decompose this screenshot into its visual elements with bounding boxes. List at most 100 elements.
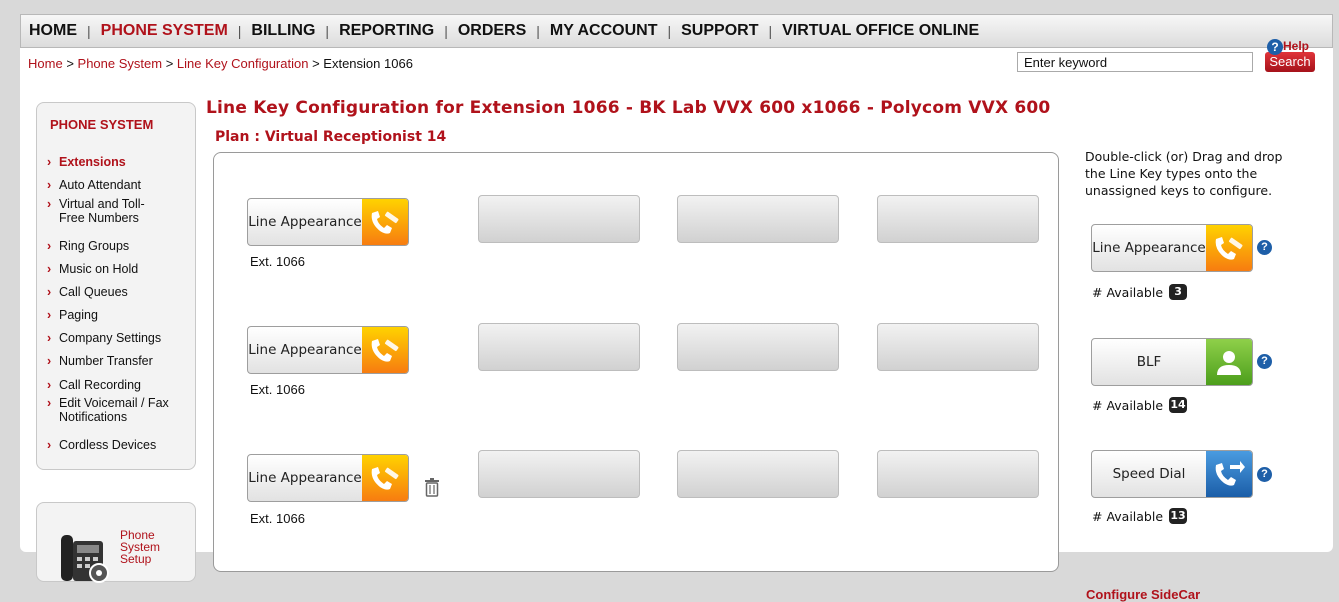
- breadcrumb-line-key-configuration[interactable]: Line Key Configuration: [177, 56, 309, 71]
- search-input[interactable]: [1017, 52, 1253, 72]
- sidebar-item-virtual-toll-free[interactable]: › Virtual and Toll-Free Numbers: [47, 197, 167, 225]
- unassigned-key[interactable]: [677, 195, 839, 243]
- chevron-right-icon: ›: [47, 239, 52, 253]
- sidebar-item-label: Cordless Devices: [59, 438, 157, 452]
- nav-support[interactable]: SUPPORT: [681, 22, 758, 40]
- breadcrumb-separator: >: [165, 56, 174, 71]
- chevron-right-icon: ›: [47, 308, 52, 322]
- palette-blf[interactable]: BLF: [1091, 338, 1253, 386]
- sidebar-item-paging[interactable]: › Paging: [47, 308, 98, 322]
- line-key-1[interactable]: Line Appearance: [247, 198, 409, 246]
- unassigned-key[interactable]: [877, 450, 1039, 498]
- breadcrumb-separator: >: [312, 56, 320, 71]
- nav-billing[interactable]: BILLING: [251, 22, 315, 40]
- sidebar-item-label: Call Queues: [59, 285, 128, 299]
- sidebar-item-number-transfer[interactable]: › Number Transfer: [47, 354, 153, 368]
- chevron-right-icon: ›: [47, 354, 52, 368]
- phone-pencil-icon: [362, 455, 408, 501]
- line-key-extension: Ext. 1066: [250, 382, 305, 397]
- available-count: # Available 14: [1092, 397, 1188, 413]
- sidebar-item-label: Company Settings: [59, 331, 162, 345]
- palette-line-appearance[interactable]: Line Appearance: [1091, 224, 1253, 272]
- desk-phone-gear-icon: [61, 535, 109, 583]
- configure-sidecar-link[interactable]: Configure SideCar: [1086, 587, 1200, 602]
- chevron-right-icon: ›: [47, 155, 52, 169]
- phone-arrow-icon: [1206, 451, 1252, 497]
- unassigned-key[interactable]: [478, 195, 640, 243]
- chevron-right-icon: ›: [47, 396, 52, 410]
- breadcrumb-phone-system[interactable]: Phone System: [78, 56, 163, 71]
- page-title: Line Key Configuration for Extension 106…: [206, 98, 1051, 118]
- available-badge: 13: [1169, 508, 1188, 524]
- phone-pencil-icon: [362, 327, 408, 373]
- line-key-2[interactable]: Line Appearance: [247, 326, 409, 374]
- line-key-label: Line Appearance: [248, 213, 362, 230]
- unassigned-key[interactable]: [677, 323, 839, 371]
- help-link[interactable]: Help: [1283, 39, 1309, 53]
- sidebar-item-label: Number Transfer: [59, 354, 153, 368]
- line-key-label: Line Appearance: [248, 341, 362, 358]
- sidebar-item-label: Call Recording: [59, 378, 141, 392]
- available-count: # Available 13: [1092, 508, 1188, 524]
- palette-speed-dial[interactable]: Speed Dial: [1091, 450, 1253, 498]
- nav-my-account[interactable]: MY ACCOUNT: [550, 22, 658, 40]
- nav-separator: |: [237, 23, 242, 39]
- palette-key-label: Speed Dial: [1112, 465, 1186, 482]
- help-icon[interactable]: ?: [1257, 354, 1272, 369]
- breadcrumb-home[interactable]: Home: [28, 56, 63, 71]
- unassigned-key[interactable]: [478, 323, 640, 371]
- chevron-right-icon: ›: [47, 197, 52, 211]
- chevron-right-icon: ›: [47, 331, 52, 345]
- sidebar-item-label: Paging: [59, 308, 98, 322]
- line-key-3[interactable]: Line Appearance: [247, 454, 409, 502]
- search-button[interactable]: Search: [1265, 52, 1315, 72]
- sidebar-item-label: Extensions: [59, 155, 126, 169]
- help-icon[interactable]: ?: [1257, 240, 1272, 255]
- sidebar-item-music-on-hold[interactable]: › Music on Hold: [47, 262, 138, 276]
- nav-phone-system[interactable]: PHONE SYSTEM: [101, 22, 228, 40]
- chevron-right-icon: ›: [47, 378, 52, 392]
- trash-icon[interactable]: [424, 477, 440, 497]
- sidebar-item-call-queues[interactable]: › Call Queues: [47, 285, 128, 299]
- sidebar-item-call-recording[interactable]: › Call Recording: [47, 378, 141, 392]
- nav-separator: |: [87, 23, 91, 39]
- nav-orders[interactable]: ORDERS: [458, 22, 526, 40]
- nav-separator: |: [768, 23, 773, 39]
- unassigned-key[interactable]: [877, 323, 1039, 371]
- sidebar-title: PHONE SYSTEM: [50, 117, 154, 132]
- top-nav: HOME | PHONE SYSTEM | BILLING | REPORTIN…: [20, 14, 1333, 48]
- chevron-right-icon: ›: [47, 285, 52, 299]
- plan-label: Plan : Virtual Receptionist 14: [215, 129, 447, 145]
- nav-separator: |: [444, 23, 448, 39]
- breadcrumb-current: Extension 1066: [323, 56, 413, 71]
- help-icon[interactable]: ?: [1257, 467, 1272, 482]
- nav-separator: |: [667, 23, 672, 39]
- palette-key-label: BLF: [1136, 353, 1162, 370]
- app-frame: HOME | PHONE SYSTEM | BILLING | REPORTIN…: [20, 14, 1333, 602]
- nav-separator: |: [325, 23, 330, 39]
- unassigned-key[interactable]: [877, 195, 1039, 243]
- sidebar: PHONE SYSTEM › Extensions › Auto Attendant…: [36, 102, 196, 470]
- sidebar-item-ring-groups[interactable]: › Ring Groups: [47, 239, 129, 253]
- chevron-right-icon: ›: [47, 438, 52, 452]
- chevron-right-icon: ›: [47, 262, 52, 276]
- nav-virtual-office-online[interactable]: VIRTUAL OFFICE ONLINE: [782, 22, 979, 40]
- line-key-label: Line Appearance: [248, 469, 362, 486]
- unassigned-key[interactable]: [677, 450, 839, 498]
- sidebar-item-company-settings[interactable]: › Company Settings: [47, 331, 161, 345]
- sidebar-item-auto-attendant[interactable]: › Auto Attendant: [47, 178, 141, 192]
- sidebar-item-extensions[interactable]: › Extensions: [47, 155, 126, 169]
- palette-key-label: Line Appearance: [1092, 239, 1206, 256]
- sidebar-item-edit-voicemail-fax[interactable]: › Edit Voicemail / Fax Notifications: [47, 396, 172, 424]
- available-label: # Available: [1092, 284, 1164, 300]
- sidebar-item-cordless-devices[interactable]: › Cordless Devices: [47, 438, 156, 452]
- sidebar-item-label: Music on Hold: [59, 262, 139, 276]
- phone-pencil-icon: [362, 199, 408, 245]
- available-count: # Available 3: [1092, 284, 1188, 300]
- phone-system-setup-link[interactable]: Phone System Setup: [120, 529, 180, 565]
- nav-reporting[interactable]: REPORTING: [339, 22, 434, 40]
- help-icon[interactable]: ?: [1267, 39, 1283, 55]
- line-key-extension: Ext. 1066: [250, 511, 305, 526]
- unassigned-key[interactable]: [478, 450, 640, 498]
- nav-home[interactable]: HOME: [29, 22, 77, 40]
